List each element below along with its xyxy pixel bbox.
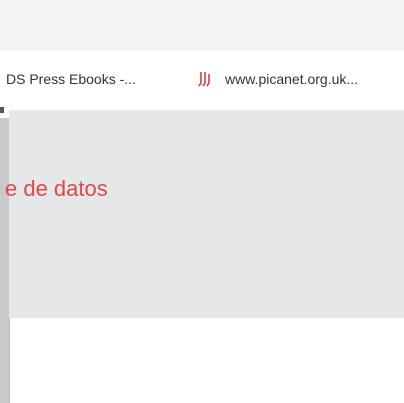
bookmark-label: www.picanet.org.uk... — [225, 71, 359, 87]
bookmark-label: DS Press Ebooks -... — [6, 71, 136, 87]
bookmarks-bar: DS Press Ebooks -... www.picanet.org.uk.… — [0, 51, 404, 107]
picanet-logo-icon — [197, 71, 213, 87]
edge-marker — [0, 107, 4, 113]
page-content: e de datos — [5, 110, 404, 318]
bookmark-ds-press-ebooks[interactable]: DS Press Ebooks -... — [6, 51, 136, 107]
page-heading: e de datos — [5, 176, 108, 201]
browser-top-strip — [0, 0, 404, 51]
bookmark-picanet[interactable]: www.picanet.org.uk... — [197, 51, 358, 107]
